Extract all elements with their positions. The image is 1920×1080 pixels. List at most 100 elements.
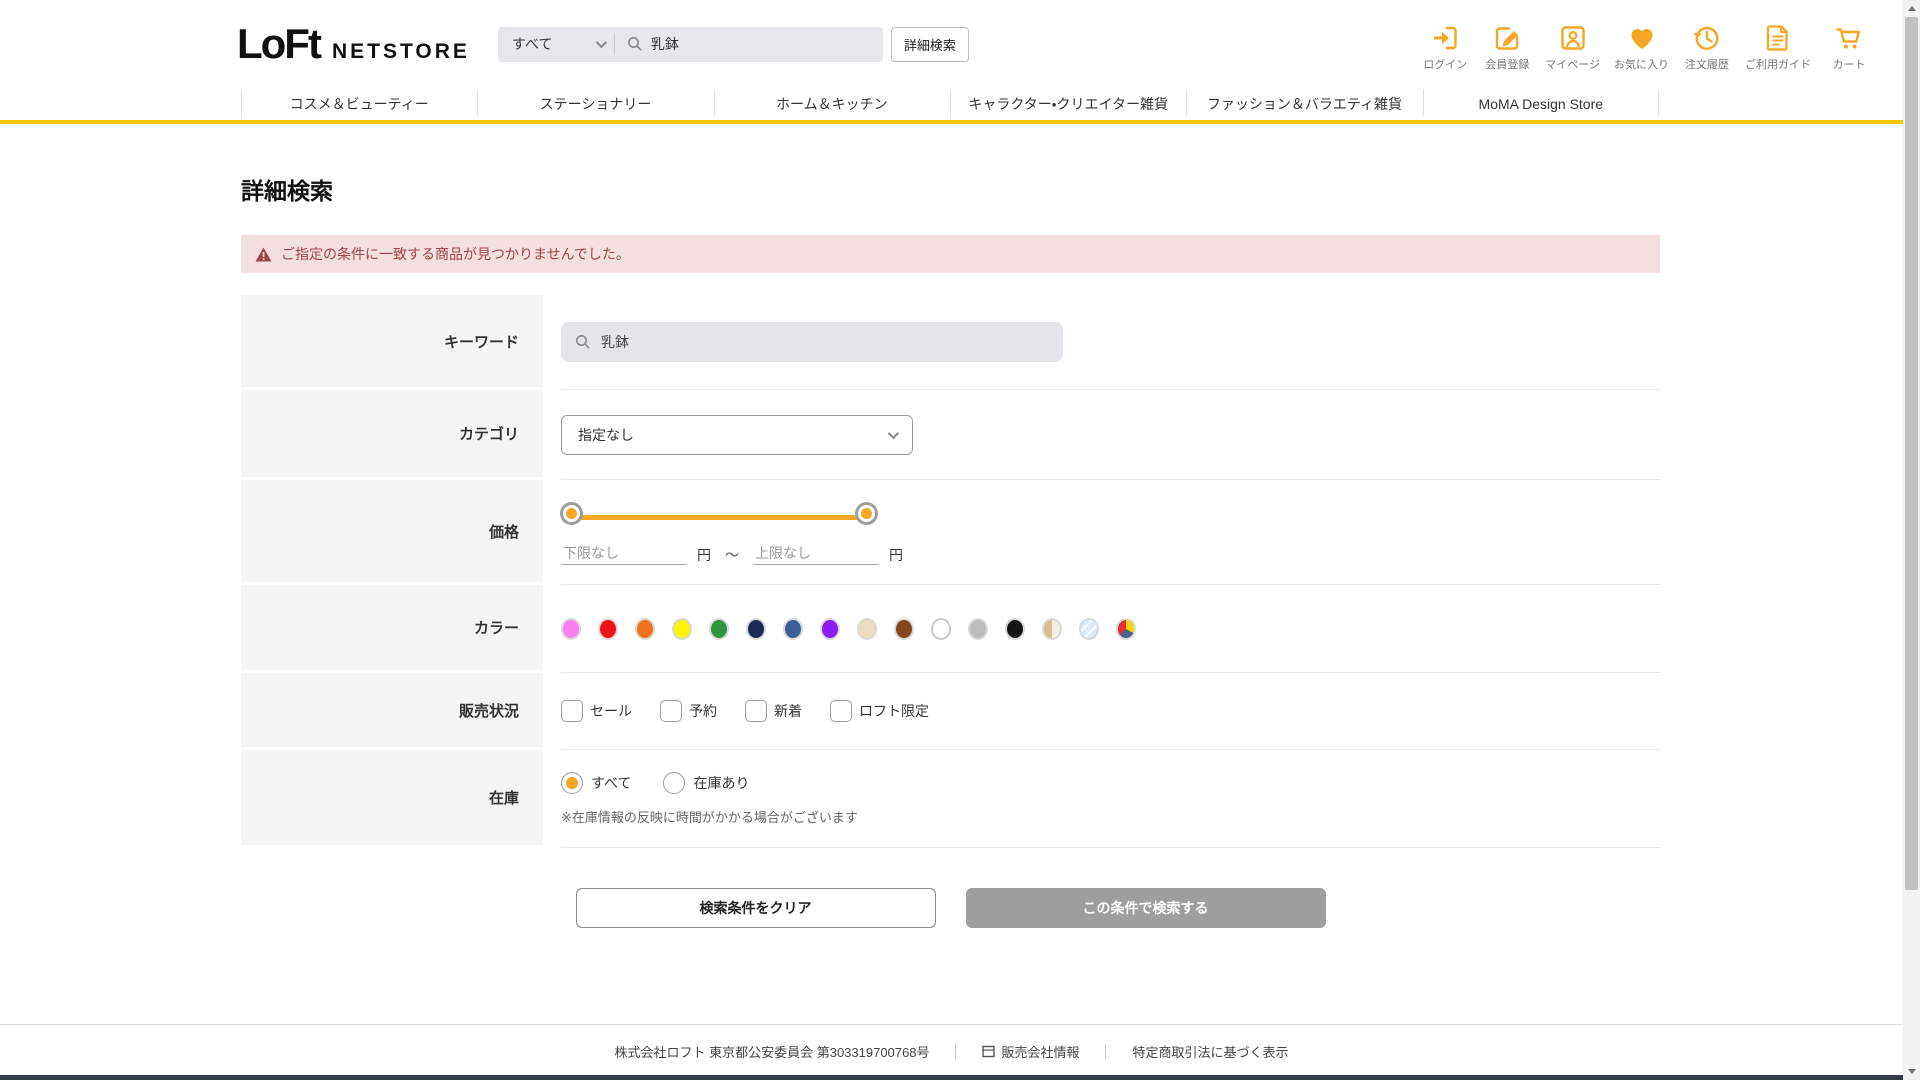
color-swatch-multicolor[interactable] [1116, 617, 1136, 640]
color-swatch-purple[interactable] [820, 617, 840, 640]
radio-stock-all[interactable]: すべて [561, 771, 632, 794]
mypage-link[interactable]: マイページ [1545, 23, 1600, 72]
price-content: 円 ～ 円 [561, 480, 1660, 585]
sales-status-content: セール 予約 新着 ロフト限定 [561, 673, 1660, 750]
header-search: すべて 乳鉢 詳細検索 [497, 26, 969, 62]
register-label: 会員登録 [1485, 58, 1530, 71]
checkbox-icon[interactable] [745, 700, 767, 722]
heart-icon [1631, 28, 1652, 49]
price-slider-max-handle[interactable] [858, 504, 875, 522]
color-swatch-gold[interactable] [1042, 617, 1062, 640]
register-link[interactable]: 会員登録 [1483, 23, 1531, 72]
checkbox-preorder[interactable]: 予約 [660, 700, 717, 722]
price-slider-min-handle[interactable] [563, 504, 580, 522]
nav-item-fashion-variety[interactable]: ファッション＆バラエティ雑貨 [1186, 88, 1422, 120]
stock-note: ※在庫情報の反映に時間がかかる場合がございます [561, 809, 858, 825]
price-max-unit: 円 [889, 546, 903, 563]
checkbox-preorder-label: 予約 [689, 703, 717, 719]
chevron-down-icon [595, 36, 607, 49]
price-separator: ～ [725, 546, 739, 563]
category-select[interactable]: 指定なし [561, 414, 913, 455]
stock-content: すべて 在庫あり ※在庫情報の反映に時間がかかる場合がございます [561, 750, 1660, 848]
cart-link[interactable]: カート [1825, 23, 1873, 72]
color-swatch-brown[interactable] [894, 617, 914, 640]
radio-stock-available[interactable]: 在庫あり [663, 771, 749, 794]
scrollbar[interactable] [1903, 0, 1920, 1080]
radio-unselected-icon[interactable] [663, 771, 686, 794]
checkbox-new[interactable]: 新着 [745, 700, 802, 722]
nav-item-cosmetics[interactable]: コスメ＆ビューティー [241, 88, 477, 120]
detail-search-button[interactable]: 詳細検索 [890, 26, 969, 62]
search-icon [627, 37, 642, 51]
footer-legal-label: 特定商取引法に基づく表示 [1132, 1045, 1289, 1060]
chevron-down-icon [887, 427, 900, 439]
checkbox-sale[interactable]: セール [561, 700, 632, 722]
price-min-input[interactable] [561, 541, 687, 565]
color-swatch-yellow[interactable] [672, 617, 692, 640]
no-results-alert: ご指定の条件に一致する商品が見つかりませんでした。 [241, 235, 1660, 273]
header-search-input[interactable]: 乳鉢 [615, 34, 883, 54]
color-swatch-navy[interactable] [746, 617, 766, 640]
color-swatch-clear[interactable] [1079, 617, 1099, 640]
color-swatch-pink[interactable] [561, 617, 581, 640]
scrollbar-thumb[interactable] [1905, 17, 1918, 890]
nav-item-character-goods[interactable]: キャラクター・クリエイター雑貨 [949, 88, 1186, 120]
color-swatch-black[interactable] [1005, 617, 1025, 640]
favorites-link[interactable]: お気に入り [1614, 23, 1669, 72]
search-with-conditions-button[interactable]: この条件で検索する [965, 888, 1326, 928]
store-icon [982, 1045, 996, 1058]
checkbox-icon[interactable] [660, 700, 682, 722]
page-title: 詳細検索 [241, 178, 333, 204]
keyword-value: 乳鉢 [601, 334, 629, 350]
login-icon [1434, 26, 1457, 49]
checkbox-icon[interactable] [561, 700, 583, 722]
header: LoFt NETSTORE すべて 乳鉢 詳細検索 ログイン 会員登録 マイペー… [0, 0, 1903, 88]
footer-company-info-link[interactable]: 販売会社情報 [982, 1042, 1079, 1061]
footer-company-info-label: 販売会社情報 [1001, 1045, 1080, 1060]
color-swatch-green[interactable] [709, 617, 729, 640]
color-swatch-beige[interactable] [857, 617, 877, 640]
search-category-select[interactable]: すべて [498, 34, 614, 54]
search-category-value: すべて [511, 36, 553, 52]
color-swatch-gray[interactable] [968, 617, 988, 640]
header-search-value: 乳鉢 [650, 36, 679, 52]
category-selected-value: 指定なし [578, 426, 634, 443]
price-slider-track[interactable] [573, 514, 865, 520]
sales-status-label: 販売状況 [241, 673, 543, 750]
scroll-up-button[interactable] [1903, 0, 1920, 17]
price-inputs: 円 ～ 円 [561, 541, 1660, 565]
main-content: 詳細検索 ご指定の条件に一致する商品が見つかりませんでした。 キーワード 乳鉢 … [241, 172, 1660, 928]
price-max-input[interactable] [753, 541, 879, 565]
loft-logo[interactable]: LoFt NETSTORE [237, 20, 470, 68]
footer-legal-link[interactable]: 特定商取引法に基づく表示 [1132, 1042, 1288, 1061]
loft-netstore-page: LoFt NETSTORE すべて 乳鉢 詳細検索 ログイン 会員登録 マイペー… [0, 0, 1903, 1080]
radio-stock-all-label: すべて [591, 774, 632, 791]
cart-label: カート [1832, 58, 1866, 71]
login-link[interactable]: ログイン [1421, 23, 1469, 72]
price-min-unit: 円 [697, 546, 711, 563]
color-swatch-white[interactable] [931, 617, 951, 640]
clear-conditions-button[interactable]: 検索条件をクリア [575, 888, 936, 928]
form-row-price: 価格 円 ～ 円 [241, 480, 1660, 585]
checkbox-loft-limited[interactable]: ロフト限定 [830, 700, 929, 722]
header-search-bar: すべて 乳鉢 [497, 26, 883, 62]
scroll-down-button[interactable] [1903, 1063, 1920, 1080]
nav-item-stationery[interactable]: ステーショナリー [477, 88, 713, 120]
logo-store-text: NETSTORE [331, 40, 470, 63]
stock-label: 在庫 [241, 750, 543, 848]
color-swatch-blue[interactable] [783, 617, 803, 640]
order-history-label: 注文履歴 [1685, 58, 1729, 71]
nav-item-moma[interactable]: MoMA Design Store [1422, 88, 1660, 120]
color-swatch-red[interactable] [598, 617, 618, 640]
order-history-link[interactable]: 注文履歴 [1683, 23, 1731, 72]
keyword-input[interactable]: 乳鉢 [561, 322, 1063, 362]
sales-status-options: セール 予約 新着 ロフト限定 [561, 700, 1660, 722]
nav-item-home-kitchen[interactable]: ホーム＆キッチン [713, 88, 950, 120]
logo-brand-text: LoFt [237, 20, 322, 67]
checkbox-sale-label: セール [590, 703, 632, 719]
stock-options: すべて 在庫あり [561, 771, 1660, 794]
color-swatch-orange[interactable] [635, 617, 655, 640]
guide-link[interactable]: ご利用ガイド [1745, 23, 1811, 72]
checkbox-icon[interactable] [830, 700, 852, 722]
radio-selected-icon[interactable] [561, 771, 583, 794]
